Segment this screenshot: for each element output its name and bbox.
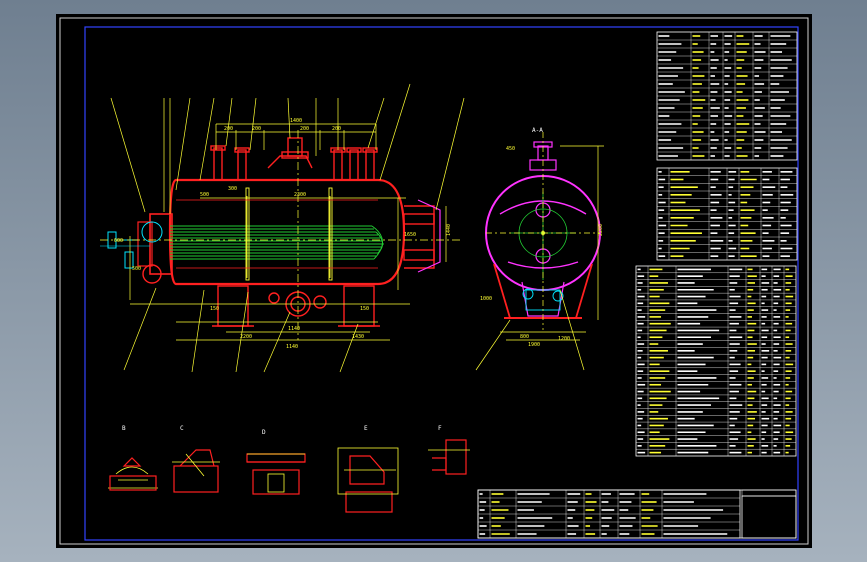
- dimension-text: 2200: [598, 224, 604, 236]
- section-label-2: C: [180, 425, 184, 432]
- dimension-text: 500: [132, 266, 141, 272]
- dimension-text: 1140: [286, 344, 298, 350]
- dimension-text: 300: [228, 186, 237, 192]
- dimension-text: 2200: [240, 334, 252, 340]
- section-label-1: B: [122, 425, 126, 432]
- dimension-text: 150: [210, 306, 219, 312]
- dimension-text: 1400: [290, 118, 302, 124]
- engineering-drawing[interactable]: B C D E F A-A 1400 200 200 200 200 300 500 2300…: [0, 0, 867, 562]
- dimension-text: 2300: [294, 192, 306, 198]
- dimension-text: 200: [332, 126, 341, 132]
- section-label-aa: A-A: [532, 127, 543, 134]
- drawing-sheet: [56, 14, 812, 548]
- dimension-text: 1430: [352, 334, 364, 340]
- section-label-5: F: [438, 425, 442, 432]
- dimension-text: 1200: [558, 336, 570, 342]
- section-label-3: D: [262, 429, 266, 436]
- dimension-text: 1900: [528, 342, 540, 348]
- section-label-4: E: [364, 425, 368, 432]
- dimension-text: 600: [114, 238, 123, 244]
- dimension-text: 200: [252, 126, 261, 132]
- dimension-text: 1140: [288, 326, 300, 332]
- dimension-text: 1650: [404, 232, 416, 238]
- dimension-text: 1440: [446, 224, 452, 236]
- dimension-text: 800: [520, 334, 529, 340]
- dimension-text: 150: [360, 306, 369, 312]
- dimension-text: 450: [506, 146, 515, 152]
- dimension-text: 1000: [480, 296, 492, 302]
- dimension-text: 200: [224, 126, 233, 132]
- cad-viewer: B C D E F A-A 1400 200 200 200 200 300 500 2300…: [0, 0, 867, 562]
- dimension-text: 200: [300, 126, 309, 132]
- dimension-text: 500: [200, 192, 209, 198]
